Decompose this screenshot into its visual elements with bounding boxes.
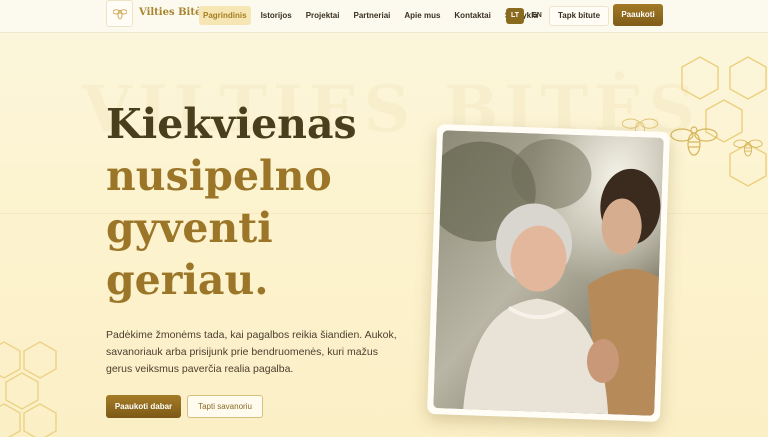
donate-header-button[interactable]: Paaukoti (613, 4, 663, 26)
bee-logo-icon (112, 8, 127, 19)
nav-item-istorijos[interactable]: Istorijos (257, 6, 296, 25)
hero-footnote (106, 431, 366, 437)
bee-icon (670, 126, 718, 156)
lang-en-button[interactable]: EN (528, 8, 546, 24)
nav-item-projektai[interactable]: Projektai (302, 6, 344, 25)
hero-photo (433, 130, 664, 416)
become-bee-button[interactable]: Tapk bitute (549, 6, 609, 26)
language-switcher: LT EN (506, 8, 546, 24)
honeycomb-icon (0, 341, 57, 437)
hero-title-line: geriau. (106, 256, 269, 304)
hero-title: Kiekvienas nusipelno gyventi geriau. (106, 98, 406, 306)
nav-item-partneriai[interactable]: Partneriai (349, 6, 394, 25)
nav-item-pagrindinis[interactable]: Pagrindinis (199, 6, 251, 25)
site-header: Vilties Bitės Pagrindinis Istorijos Proj… (0, 0, 768, 33)
logo[interactable] (106, 0, 133, 27)
hero-title-line: nusipelno (106, 152, 332, 200)
honeycomb-icon (681, 56, 767, 187)
nav-item-kontaktai[interactable]: Kontaktai (450, 6, 494, 25)
hero-photo-card (427, 124, 670, 422)
donate-now-button[interactable]: Paaukoti dabar (106, 395, 181, 418)
main-nav: Pagrindinis Istorijos Projektai Partneri… (199, 6, 548, 25)
bee-icon (733, 139, 763, 157)
hero-title-line: gyventi (106, 204, 273, 252)
brand-name[interactable]: Vilties Bitės (139, 7, 207, 18)
nav-item-apie-mus[interactable]: Apie mus (400, 6, 444, 25)
lang-lt-button[interactable]: LT (506, 8, 524, 24)
volunteer-button[interactable]: Tapti savanoriu (187, 395, 263, 418)
hero-description: Padėkime žmonėms tada, kai pagalbos reik… (106, 329, 397, 375)
hero-title-line: Kiekvienas (106, 100, 357, 148)
